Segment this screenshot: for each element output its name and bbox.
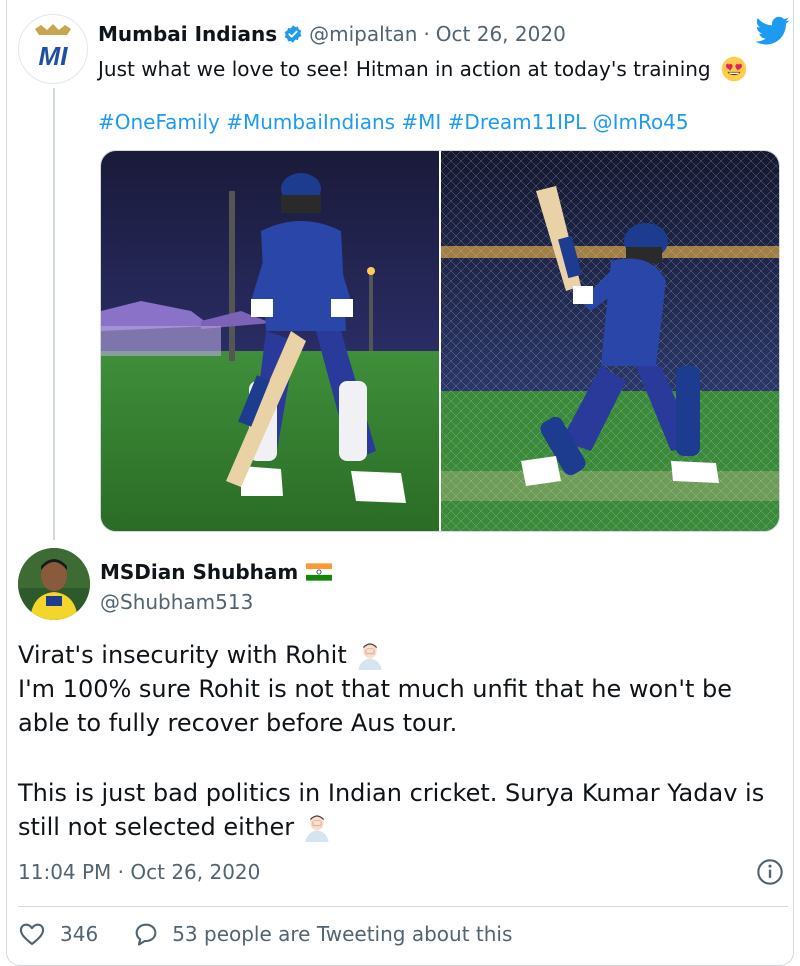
verified-badge-icon <box>284 25 302 43</box>
twitter-bird-icon[interactable] <box>756 16 790 46</box>
player-walking-photo[interactable] <box>101 151 439 531</box>
quoted-tweet-text-content: Just what we love to see! Hitman in acti… <box>98 57 711 81</box>
mi-logo-icon: MI <box>35 24 71 71</box>
heart-eyes-emoji-icon <box>721 56 746 82</box>
quoted-tweet-date[interactable]: Oct 26, 2020 <box>436 22 566 46</box>
man-facepalming-emoji-icon <box>305 815 329 842</box>
actions-divider <box>18 906 788 907</box>
conversation-link[interactable]: 53 people are Tweeting about this <box>132 920 512 948</box>
like-count: 346 <box>60 922 99 946</box>
tweet-media-grid[interactable] <box>100 150 780 532</box>
tweeting-about-text: 53 people are Tweeting about this <box>172 922 513 946</box>
reply-line-4: This is just bad politics in Indian cric… <box>18 779 765 807</box>
msdian-shubham-avatar[interactable] <box>18 548 90 620</box>
thread-line <box>53 88 55 540</box>
player-batting-nets-photo[interactable] <box>441 151 779 531</box>
info-icon[interactable] <box>756 858 784 886</box>
reply-author-name-text[interactable]: MSDian Shubham <box>100 560 298 584</box>
profile-photo-icon <box>18 548 90 620</box>
tweet-actions-bar: 346 53 people are Tweeting about this <box>18 918 512 950</box>
reply-line-5: still not selected either <box>18 810 788 844</box>
reply-timestamp[interactable]: 11:04 PM · Oct 26, 2020 <box>18 860 260 884</box>
mumbai-indians-avatar[interactable]: MI <box>18 14 88 84</box>
quoted-tweet-header: Mumbai Indians @mipaltan · Oct 26, 2020 <box>98 22 566 46</box>
heart-icon <box>19 923 45 945</box>
reply-author-name[interactable]: MSDian Shubham <box>100 560 333 584</box>
svg-text:MI: MI <box>39 41 69 71</box>
speech-bubble-icon <box>135 923 157 946</box>
man-facepalming-emoji-icon <box>358 643 382 670</box>
quoted-tweet-hashtags[interactable]: #OneFamily #MumbaiIndians #MI #Dream11IP… <box>98 110 689 134</box>
reply-tweet-text: Virat's insecurity with Rohit I'm 100% s… <box>18 638 788 844</box>
reply-line-1: Virat's insecurity with Rohit <box>18 638 788 672</box>
reply-line-3: able to fully recover before Aus tour. <box>18 709 458 737</box>
quoted-author-handle[interactable]: @mipaltan <box>309 22 417 46</box>
reply-line-5-text: still not selected either <box>18 813 295 841</box>
india-flag-icon <box>306 563 333 581</box>
quoted-tweet-text: Just what we love to see! Hitman in acti… <box>98 56 747 82</box>
reply-line-1-text: Virat's insecurity with Rohit <box>18 641 347 669</box>
reply-author-handle[interactable]: @Shubham513 <box>100 590 253 614</box>
like-button[interactable]: 346 <box>18 920 98 948</box>
header-separator: · <box>423 22 430 46</box>
quoted-author-name[interactable]: Mumbai Indians <box>98 22 277 46</box>
reply-line-2: I'm 100% sure Rohit is not that much unf… <box>18 675 733 703</box>
